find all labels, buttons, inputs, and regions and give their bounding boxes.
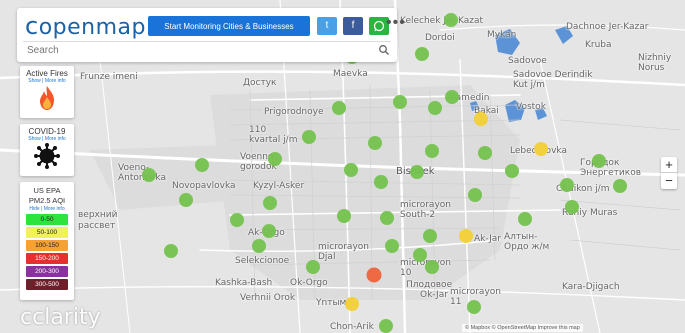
- sensor-marker[interactable]: [468, 188, 482, 202]
- sensor-marker[interactable]: [444, 13, 458, 27]
- sensor-marker[interactable]: [366, 267, 382, 283]
- start-monitoring-button[interactable]: Start Monitoring Cities & Businesses: [148, 16, 310, 36]
- sensor-marker[interactable]: [332, 101, 346, 115]
- whatsapp-icon: [373, 20, 385, 32]
- sensor-marker[interactable]: [415, 47, 429, 61]
- sensor-marker[interactable]: [478, 146, 492, 160]
- clarity-logo: cclarity: [20, 305, 101, 330]
- sensor-marker[interactable]: [428, 101, 442, 115]
- clarity-c-glyph: c: [20, 305, 33, 330]
- sensor-marker[interactable]: [410, 165, 424, 179]
- more-options-button[interactable]: •••: [386, 14, 406, 32]
- aqi-legend-150-200: 150-200: [26, 253, 68, 264]
- sensor-marker[interactable]: [302, 130, 316, 144]
- covid-19-title: COVID-19: [28, 127, 66, 136]
- sensor-marker[interactable]: [565, 200, 579, 214]
- sensor-marker[interactable]: [423, 229, 437, 243]
- twitter-share-button[interactable]: t: [317, 17, 337, 35]
- aqi-legend-100-150: 100-150: [26, 240, 68, 251]
- sensor-marker[interactable]: [413, 248, 427, 262]
- aqi-title-line1: US EPA: [33, 186, 61, 195]
- sensor-marker[interactable]: [613, 179, 627, 193]
- sensor-marker[interactable]: [337, 209, 351, 223]
- sensor-marker[interactable]: [385, 239, 399, 253]
- sensor-marker[interactable]: [445, 90, 459, 104]
- sensor-marker[interactable]: [252, 239, 266, 253]
- aqi-legend-card: US EPA PM2.5 AQI Hide | More info 0-50 5…: [20, 182, 74, 300]
- sensor-marker[interactable]: [268, 152, 282, 166]
- sensor-marker[interactable]: [379, 319, 393, 333]
- twitter-icon: t: [325, 20, 329, 31]
- facebook-share-button[interactable]: f: [343, 17, 363, 35]
- sensor-marker[interactable]: [380, 211, 394, 225]
- sensor-marker[interactable]: [195, 158, 209, 172]
- header-panel: copenmap Start Monitoring Cities & Busin…: [17, 8, 405, 62]
- sensor-marker[interactable]: [534, 142, 548, 156]
- logo-text: openmap: [38, 15, 146, 40]
- search-icon[interactable]: [378, 44, 390, 56]
- sensor-marker[interactable]: [179, 193, 193, 207]
- aqi-links[interactable]: Hide | More info: [20, 206, 74, 212]
- sensor-marker[interactable]: [262, 224, 276, 238]
- aqi-legend-50-100: 50-100: [26, 227, 68, 238]
- clarity-logo-text: clarity: [32, 305, 101, 330]
- covid-19-card: COVID-19 Show | More info: [20, 124, 74, 176]
- sensor-marker[interactable]: [425, 260, 439, 274]
- sensor-marker[interactable]: [505, 164, 519, 178]
- sensor-marker[interactable]: [263, 196, 277, 210]
- sensor-marker[interactable]: [393, 95, 407, 109]
- sensor-marker[interactable]: [592, 154, 606, 168]
- sensor-marker[interactable]: [425, 144, 439, 158]
- aqi-legend-300-500: 300-500: [26, 279, 68, 290]
- zoom-in-button[interactable]: +: [661, 157, 677, 173]
- sensor-marker[interactable]: [345, 297, 359, 311]
- active-fires-title: Active Fires: [26, 69, 68, 78]
- sensor-marker[interactable]: [459, 229, 473, 243]
- sensor-marker[interactable]: [306, 260, 320, 274]
- facebook-icon: f: [351, 20, 355, 31]
- aqi-legend-0-50: 0-50: [26, 214, 68, 225]
- sensor-marker[interactable]: [467, 300, 481, 314]
- active-fires-card: Active Fires Show | More info: [20, 66, 74, 118]
- map-attribution[interactable]: © Mapbox © OpenStreetMap Improve this ma…: [462, 324, 583, 332]
- sensor-marker[interactable]: [374, 175, 388, 189]
- sensor-marker[interactable]: [142, 168, 156, 182]
- sensor-marker[interactable]: [230, 213, 244, 227]
- logo-c-glyph: c: [25, 12, 39, 40]
- aqi-title-line2: PM2.5 AQI: [28, 196, 66, 205]
- openmap-logo[interactable]: copenmap: [25, 12, 146, 40]
- active-fires-links[interactable]: Show | More info: [20, 78, 74, 84]
- sensor-marker[interactable]: [474, 112, 488, 126]
- aqi-legend-200-300: 200-300: [26, 266, 68, 277]
- fire-icon[interactable]: [37, 85, 57, 111]
- virus-icon[interactable]: [33, 142, 61, 170]
- sensor-marker[interactable]: [518, 212, 532, 226]
- zoom-out-button[interactable]: −: [661, 173, 677, 189]
- sensor-marker[interactable]: [164, 244, 178, 258]
- sensor-marker[interactable]: [368, 136, 382, 150]
- search-input[interactable]: [23, 41, 391, 58]
- zoom-control: + −: [661, 157, 677, 189]
- sensor-marker[interactable]: [344, 163, 358, 177]
- sensor-marker[interactable]: [560, 178, 574, 192]
